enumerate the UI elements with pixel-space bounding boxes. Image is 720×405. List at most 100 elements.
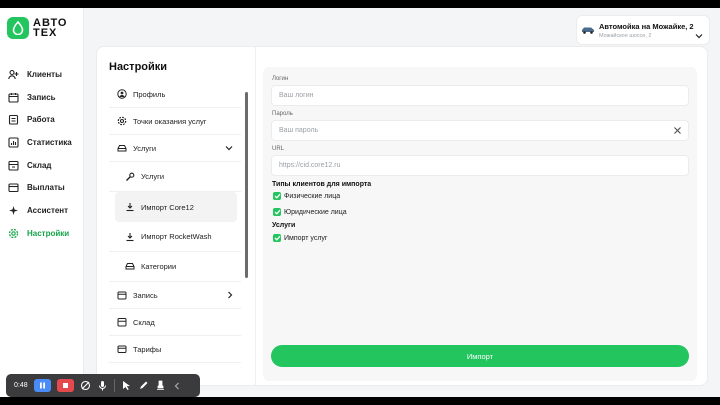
pause-icon — [39, 382, 45, 389]
sidebar-item-settings[interactable]: Настройки — [0, 222, 84, 245]
services-title: Услуги — [272, 222, 296, 229]
sidebar-item-label: Выплаты — [27, 183, 65, 193]
gear-icon — [117, 116, 127, 126]
user-plus-icon — [8, 69, 19, 80]
menu-item-services[interactable]: Услуги — [109, 135, 241, 162]
highlighter-icon[interactable] — [155, 380, 166, 391]
clipboard-icon — [8, 114, 19, 125]
menu-subitem-categories[interactable]: Категории — [109, 252, 241, 282]
url-label: URL — [272, 146, 285, 152]
menu-subitem-import-rocketwash[interactable]: Импорт RocketWash — [109, 222, 241, 252]
calendar-icon — [117, 290, 127, 300]
pen-icon[interactable] — [138, 380, 149, 391]
password-input[interactable]: Ваш пароль — [271, 120, 689, 141]
sidebar-item-label: Клиенты — [27, 69, 62, 79]
sidebar-item-warehouse[interactable]: Склад — [0, 154, 84, 177]
download-icon — [125, 232, 135, 242]
checkbox-import-services[interactable]: Импорт услуг — [273, 234, 327, 242]
user-circle-icon — [117, 89, 127, 99]
account-address: Можайское шоссе, 2 — [599, 32, 652, 39]
sidebar-item-clients[interactable]: Клиенты — [0, 63, 84, 86]
account-name: Автомойка на Можайке, 2 — [599, 21, 694, 31]
checkbox-label: Юридические лица — [284, 208, 347, 216]
drop-logo-icon — [7, 17, 29, 39]
menu-item-label: Импорт Core12 — [141, 202, 194, 212]
chevron-down-icon — [695, 26, 703, 44]
pause-button[interactable] — [33, 379, 51, 392]
logo-line-2: ТЕХ — [33, 27, 58, 39]
menu-item-service-points[interactable]: Точки оказания услуг — [109, 108, 241, 135]
menu-item-tariffs[interactable]: Тарифы — [109, 336, 241, 363]
sidebar-item-assistant[interactable]: Ассистент — [0, 199, 84, 222]
login-input[interactable]: Ваш логин — [271, 85, 689, 106]
sidebar-item-label: Работа — [27, 115, 55, 125]
close-icon[interactable] — [673, 126, 682, 137]
sidebar-item-work[interactable]: Работа — [0, 108, 84, 131]
recording-timer: 0:48 — [14, 382, 28, 389]
url-input[interactable]: https://cid.core12.ru — [271, 155, 689, 176]
menu-item-label: Тарифы — [133, 344, 162, 354]
logo-text: АВТО ТЕХ — [33, 18, 67, 39]
stop-button[interactable] — [56, 379, 74, 392]
sidebar-item-payouts[interactable]: Выплаты — [0, 176, 84, 199]
menu-item-label: Импорт RocketWash — [141, 232, 212, 241]
sidebar-item-booking[interactable]: Запись — [0, 86, 84, 109]
menu-scrollbar[interactable] — [245, 92, 248, 278]
car-icon — [581, 21, 595, 39]
wallet-icon — [8, 182, 19, 193]
menu-item-label: Профиль — [133, 89, 166, 99]
menu-subitem-import-core12[interactable]: Импорт Core12 — [115, 192, 237, 222]
checkbox-label: Импорт услуг — [284, 234, 328, 242]
sidebar-item-label: Настройки — [27, 228, 70, 238]
page-title: Настройки — [109, 61, 168, 73]
recording-toolbar: 0:48 — [6, 374, 200, 397]
chevron-left-icon[interactable] — [172, 380, 183, 391]
car-icon — [117, 143, 127, 153]
warehouse-icon — [117, 317, 127, 327]
cursor-icon[interactable] — [121, 380, 132, 391]
checkbox-label: Физические лица — [284, 192, 341, 200]
sidebar-item-label: Ассистент — [27, 205, 69, 215]
menu-item-label: Услуги — [133, 143, 157, 153]
account-switcher[interactable]: Автомойка на Можайке, 2 Можайское шоссе,… — [576, 15, 710, 45]
import-button[interactable]: Импорт — [271, 345, 689, 367]
wrench-icon — [125, 172, 135, 182]
check-icon — [273, 234, 281, 242]
sidebar-item-label: Склад — [27, 160, 52, 170]
sidebar-item-label: Статистика — [27, 137, 72, 147]
chevron-down-icon — [225, 144, 233, 153]
import-button-label: Импорт — [466, 351, 494, 361]
panel-divider — [255, 47, 256, 385]
login-label: Логин — [272, 76, 289, 82]
chevron-right-icon — [227, 291, 233, 301]
warehouse-icon — [8, 160, 19, 171]
menu-subitem-services[interactable]: Услуги — [109, 162, 241, 192]
login-placeholder: Ваш логин — [279, 92, 314, 99]
check-icon — [273, 208, 281, 216]
sparkle-icon — [8, 205, 19, 216]
gear-icon — [8, 228, 19, 239]
password-label: Пароль — [272, 111, 293, 117]
microphone-icon[interactable] — [97, 380, 108, 391]
wallet-icon — [117, 344, 127, 354]
app-window: АВТО ТЕХ Клиенты Запись Работа Статистик… — [0, 8, 720, 397]
download-icon — [125, 202, 135, 212]
menu-item-warehouse[interactable]: Склад — [109, 309, 241, 336]
checkbox-individuals[interactable]: Физические лица — [273, 192, 340, 200]
import-form: Логин Ваш логин Пароль Ваш пароль URL ht… — [263, 67, 697, 381]
main-nav: Клиенты Запись Работа Статистика Склад В… — [0, 63, 84, 245]
menu-item-label: Запись — [133, 290, 158, 300]
password-placeholder: Ваш пароль — [279, 127, 319, 134]
check-icon — [273, 192, 281, 200]
checkbox-legal[interactable]: Юридические лица — [273, 208, 347, 216]
client-types-title: Типы клиентов для импорта — [272, 181, 372, 188]
camera-off-icon[interactable] — [80, 380, 91, 391]
toolbar-divider — [113, 379, 115, 392]
logo[interactable]: АВТО ТЕХ — [7, 17, 67, 39]
settings-card: Настройки Профиль Точки оказания услуг У… — [96, 46, 708, 386]
car-icon — [125, 262, 135, 272]
menu-item-profile[interactable]: Профиль — [109, 81, 241, 108]
sidebar-item-statistics[interactable]: Статистика — [0, 131, 84, 154]
menu-item-label: Категории — [141, 262, 177, 271]
menu-item-booking[interactable]: Запись — [109, 282, 241, 309]
